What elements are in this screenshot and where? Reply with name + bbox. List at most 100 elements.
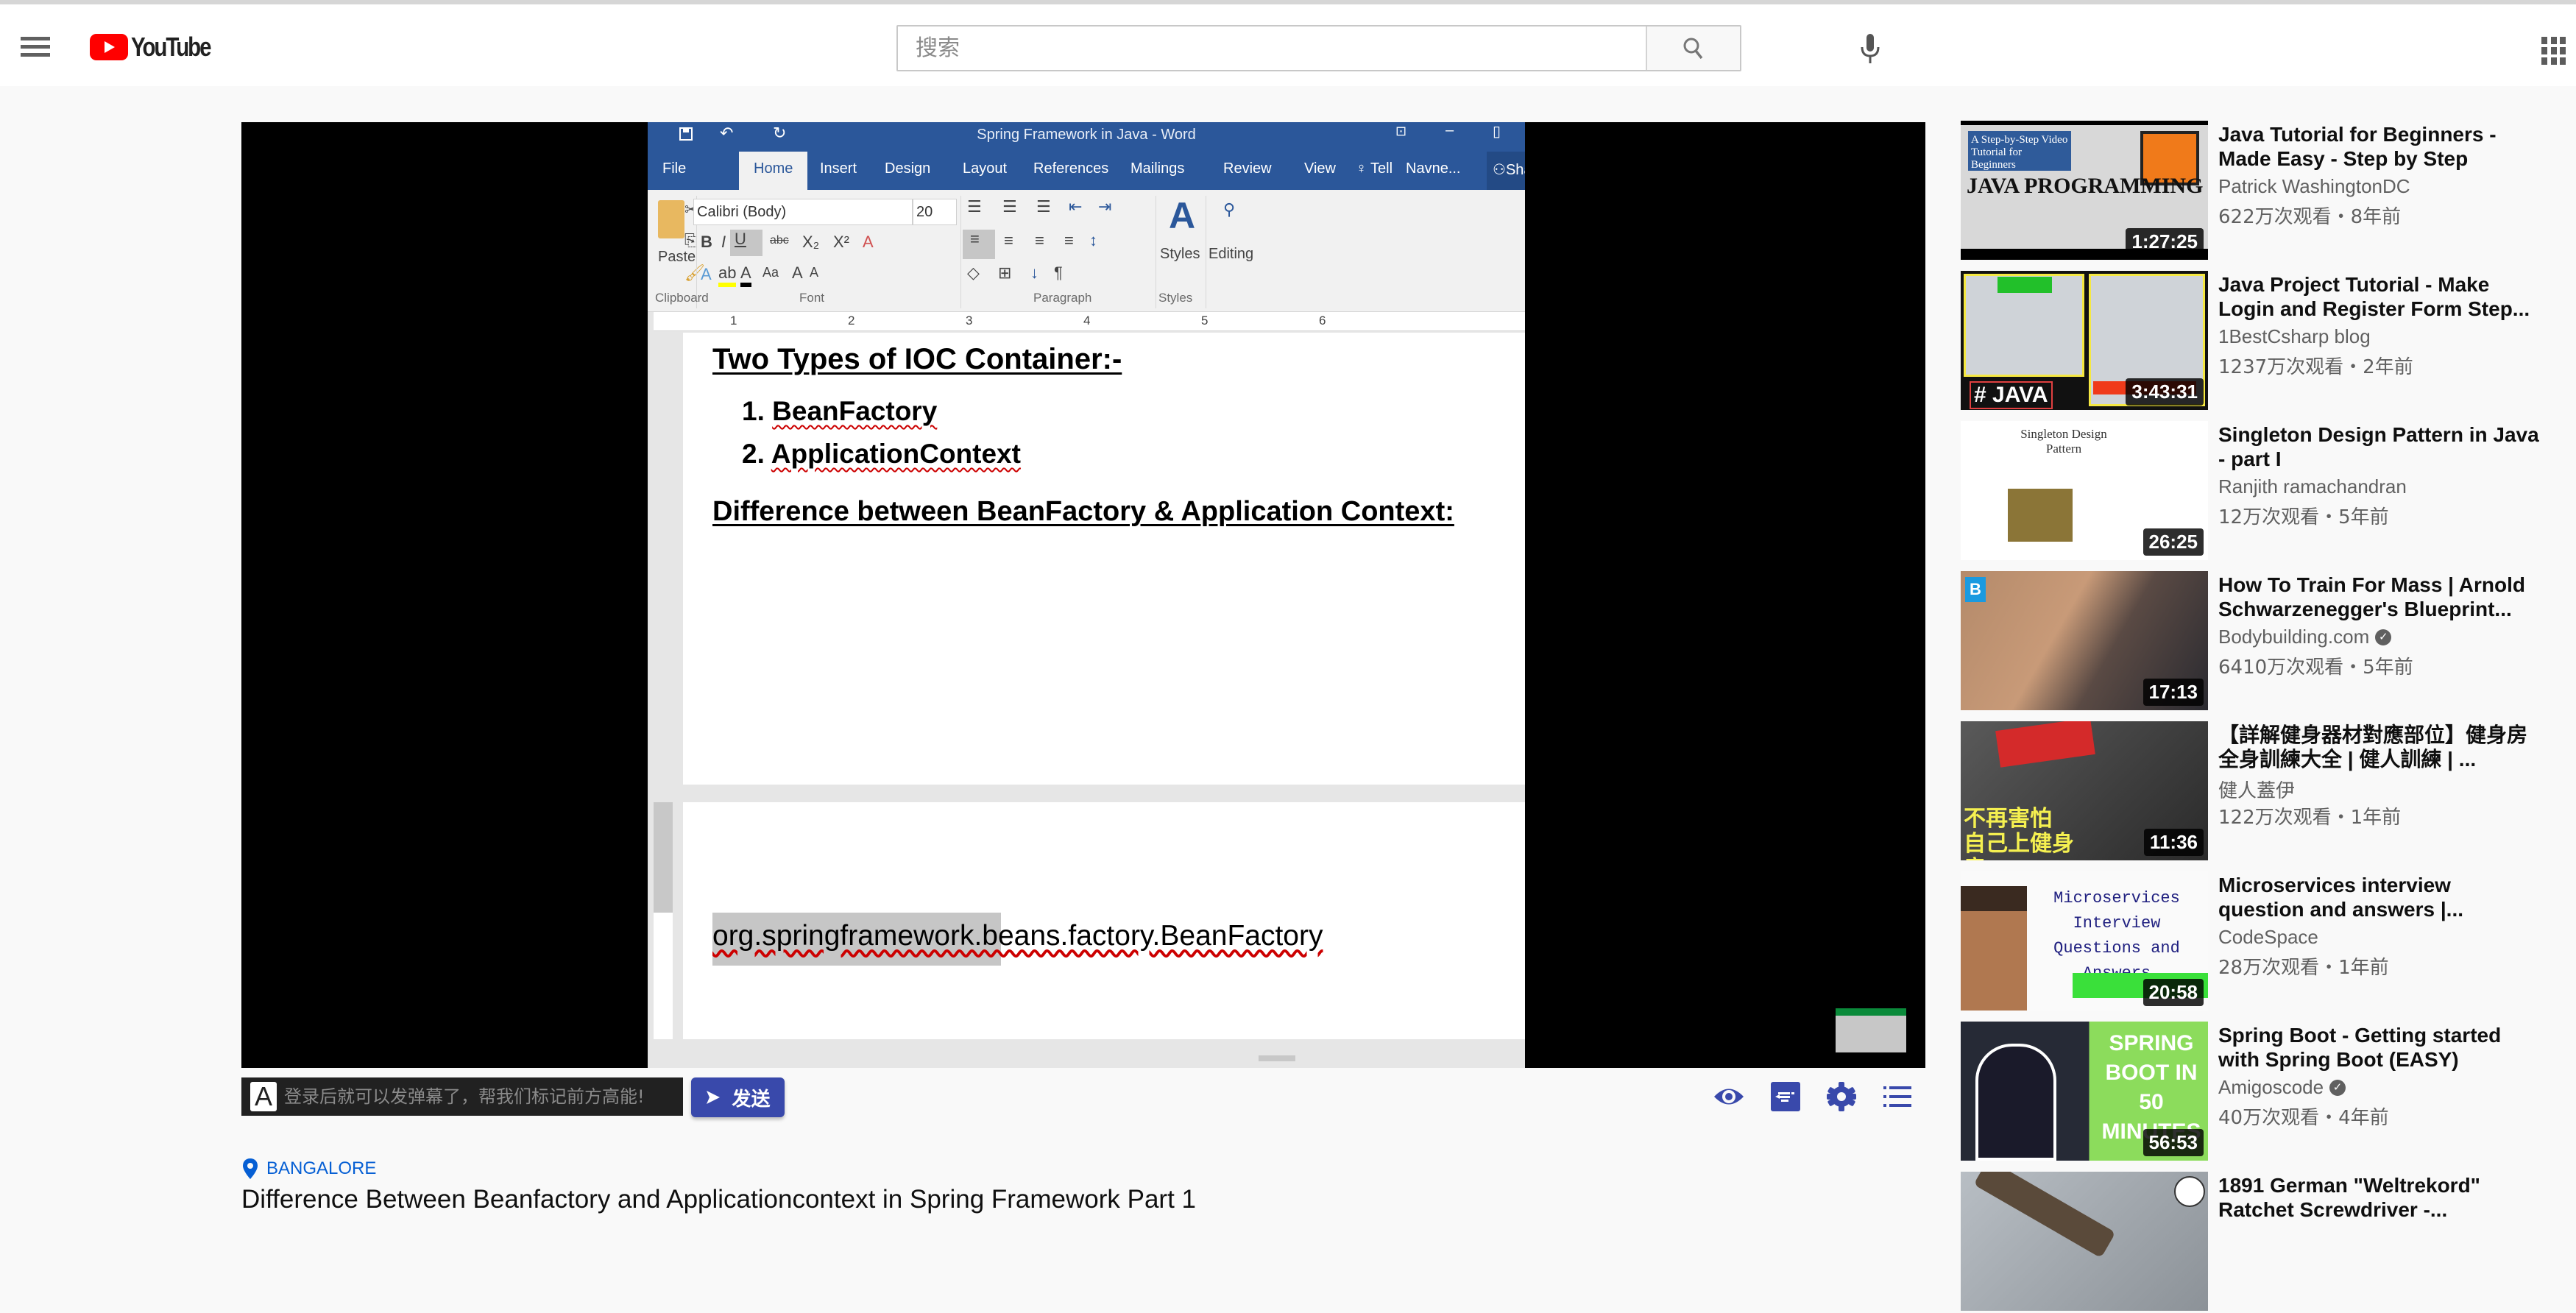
decrease-indent-icon: ⇤	[1069, 197, 1083, 216]
channel-name[interactable]: 1BestCsharp blog	[2218, 325, 2371, 348]
video-thumbnail[interactable]: B 17:13	[1961, 571, 2208, 710]
video-title[interactable]: Singleton Design Pattern in Java - part …	[2218, 422, 2542, 471]
video-thumbnail[interactable]: Singleton Design Pattern 26:25	[1961, 421, 2208, 560]
video-thumbnail[interactable]	[1961, 1172, 2208, 1311]
verified-badge-icon: ✓	[2329, 1079, 2346, 1096]
recommended-video[interactable]: 不再害怕 自己上健身房 11:36 【詳解健身器材對應部位】健身房全身訓練大全 …	[1958, 721, 2576, 863]
recommended-video[interactable]: Singleton Design Pattern 26:25 Singleton…	[1958, 421, 2576, 562]
video-title[interactable]: Microservices interview question and ans…	[2218, 873, 2542, 921]
sort-icon: ↓	[1030, 263, 1038, 282]
video-thumbnail[interactable]: # JAVA 3:43:31	[1961, 271, 2208, 410]
video-thumbnail[interactable]: 不再害怕 自己上健身房 11:36	[1961, 721, 2208, 860]
video-thumbnail[interactable]: Microservices Interview Questions and An…	[1961, 871, 2208, 1011]
word-tab-review: Review	[1223, 160, 1272, 177]
channel-name[interactable]: Bodybuilding.com ✓	[2218, 626, 2392, 648]
video-thumbnail[interactable]: SPRING BOOT IN 50 MINUTES 56:53	[1961, 1022, 2208, 1161]
mic-icon[interactable]	[1859, 34, 1881, 65]
font-size-field: 20	[913, 199, 957, 225]
danmaku-toggle-icon[interactable]	[1769, 1080, 1802, 1113]
channel-name[interactable]: Ranjith ramachandran	[2218, 475, 2407, 498]
channel-name-text: Ranjith ramachandran	[2218, 475, 2407, 498]
search-button[interactable]	[1646, 26, 1740, 70]
video-title[interactable]: 【詳解健身器材對應部位】健身房全身訓練大全 | 健人訓練 | ...	[2218, 723, 2542, 771]
channel-name[interactable]: CodeSpace	[2218, 926, 2318, 949]
search-box	[896, 25, 1741, 71]
recommended-video[interactable]: B 17:13 How To Train For Mass | Arnold S…	[1958, 571, 2576, 712]
styles-label: Styles	[1160, 246, 1200, 262]
group-label-font: Font	[799, 291, 825, 305]
channel-name[interactable]: 健人蓋伊	[2218, 776, 2295, 803]
logo-text: YouTube	[131, 32, 212, 62]
subscript-icon: X₂	[802, 233, 820, 251]
thumb-text: JAVA PROGRAMMING	[1967, 174, 2204, 198]
minimize-icon: –	[1446, 122, 1454, 138]
ruler-number: 4	[1083, 314, 1091, 328]
word-window-frame: ↶ ↻ Spring Framework in Java - Word ⊡ – …	[648, 122, 1525, 1068]
video-duration: 3:43:31	[2126, 378, 2204, 406]
channel-name[interactable]: Patrick WashingtonDC	[2218, 175, 2410, 198]
video-title[interactable]: Spring Boot - Getting started with Sprin…	[2218, 1023, 2542, 1072]
borders-icon: ⊞	[998, 263, 1012, 282]
send-label: 发送	[732, 1087, 771, 1110]
strikethrough-icon: abc	[770, 234, 789, 247]
video-meta: 1237万次观看・2年前	[2218, 356, 2413, 378]
recommended-video[interactable]: # JAVA 3:43:31 Java Project Tutorial - M…	[1958, 271, 2576, 412]
word-tab-insert: Insert	[820, 160, 857, 177]
youtube-play-icon	[90, 34, 128, 60]
video-title[interactable]: How To Train For Mass | Arnold Schwarzen…	[2218, 573, 2542, 621]
video-meta: 12万次观看・5年前	[2218, 506, 2389, 528]
justify-icon: ≡	[1064, 231, 1074, 249]
video-meta: 6410万次观看・5年前	[2218, 656, 2413, 679]
recommended-video[interactable]: SPRING BOOT IN 50 MINUTES 56:53 Spring B…	[1958, 1022, 2576, 1163]
editing-label: Editing	[1209, 246, 1254, 262]
underline-icon: U	[730, 230, 762, 256]
copy-icon: ⎘	[684, 231, 698, 249]
danmaku-style-icon[interactable]: A	[250, 1082, 277, 1111]
youtube-logo[interactable]: YouTube	[90, 32, 227, 62]
bodybuilding-logo-icon: B	[1965, 577, 1986, 602]
video-title[interactable]: 1891 German "Weltrekord" Ratchet Screwdr…	[2218, 1173, 2542, 1222]
video-player[interactable]: ↶ ↻ Spring Framework in Java - Word ⊡ – …	[241, 122, 1925, 1068]
doc-list-item: 1. BeanFactory	[742, 396, 937, 427]
search-input[interactable]	[898, 26, 1646, 70]
shading-icon: ◇	[967, 263, 980, 282]
bold-icon: B	[701, 233, 712, 251]
word-horizontal-scrollbar	[648, 1041, 1525, 1061]
numbering-icon: ☰	[1002, 197, 1017, 216]
bullets-icon: ☰	[967, 197, 982, 216]
ruler-number: 1	[730, 314, 737, 328]
recommended-video[interactable]: 1891 German "Weltrekord" Ratchet Screwdr…	[1958, 1172, 2576, 1313]
recommended-video[interactable]: A Step-by-Step Video Tutorial for Beginn…	[1958, 121, 2576, 262]
video-duration: 26:25	[2142, 528, 2204, 556]
webcam-mini-thumbnail	[1836, 1008, 1906, 1052]
send-danmaku-button[interactable]: 发送	[691, 1077, 785, 1117]
align-center-icon: ≡	[1004, 231, 1013, 249]
recommended-video[interactable]: Microservices Interview Questions and An…	[1958, 871, 2576, 1013]
ruler-number: 6	[1319, 314, 1326, 328]
doc-heading-ioc-types: Two Types of IOC Container:-	[712, 343, 1122, 375]
video-duration: 20:58	[2142, 979, 2204, 1006]
thumb-text: Singleton Design Pattern	[2020, 427, 2107, 456]
increase-indent-icon: ⇥	[1098, 197, 1112, 216]
list-icon[interactable]	[1881, 1080, 1914, 1113]
word-tab-tell: Tell	[1370, 160, 1393, 177]
location-link[interactable]: BANGALORE	[243, 1158, 376, 1179]
video-title: Difference Between Beanfactory and Appli…	[241, 1185, 1196, 1214]
location-text: BANGALORE	[266, 1158, 377, 1178]
word-tab-references: References	[1033, 160, 1109, 177]
word-ribbon: Paste ✂ ⎘ 🖌 Calibri (Body) 20 B I U abc …	[648, 190, 1525, 312]
ruler-number: 3	[966, 314, 973, 328]
change-case-icon: Aa	[762, 265, 779, 280]
share-label: Sha	[1505, 162, 1525, 178]
video-title[interactable]: Java Project Tutorial - Make Login and R…	[2218, 272, 2542, 321]
menu-icon[interactable]	[21, 35, 50, 59]
settings-icon[interactable]	[1825, 1080, 1858, 1113]
video-thumbnail[interactable]: A Step-by-Step Video Tutorial for Beginn…	[1961, 121, 2208, 260]
channel-name-text: 健人蓋伊	[2218, 779, 2296, 801]
channel-name[interactable]: Amigoscode ✓	[2218, 1076, 2346, 1099]
apps-icon[interactable]	[2541, 37, 2566, 65]
danmaku-input[interactable]	[284, 1086, 683, 1107]
video-meta: 622万次观看・8年前	[2218, 206, 2402, 228]
eye-icon[interactable]	[1713, 1080, 1745, 1113]
video-title[interactable]: Java Tutorial for Beginners - Made Easy …	[2218, 122, 2542, 171]
